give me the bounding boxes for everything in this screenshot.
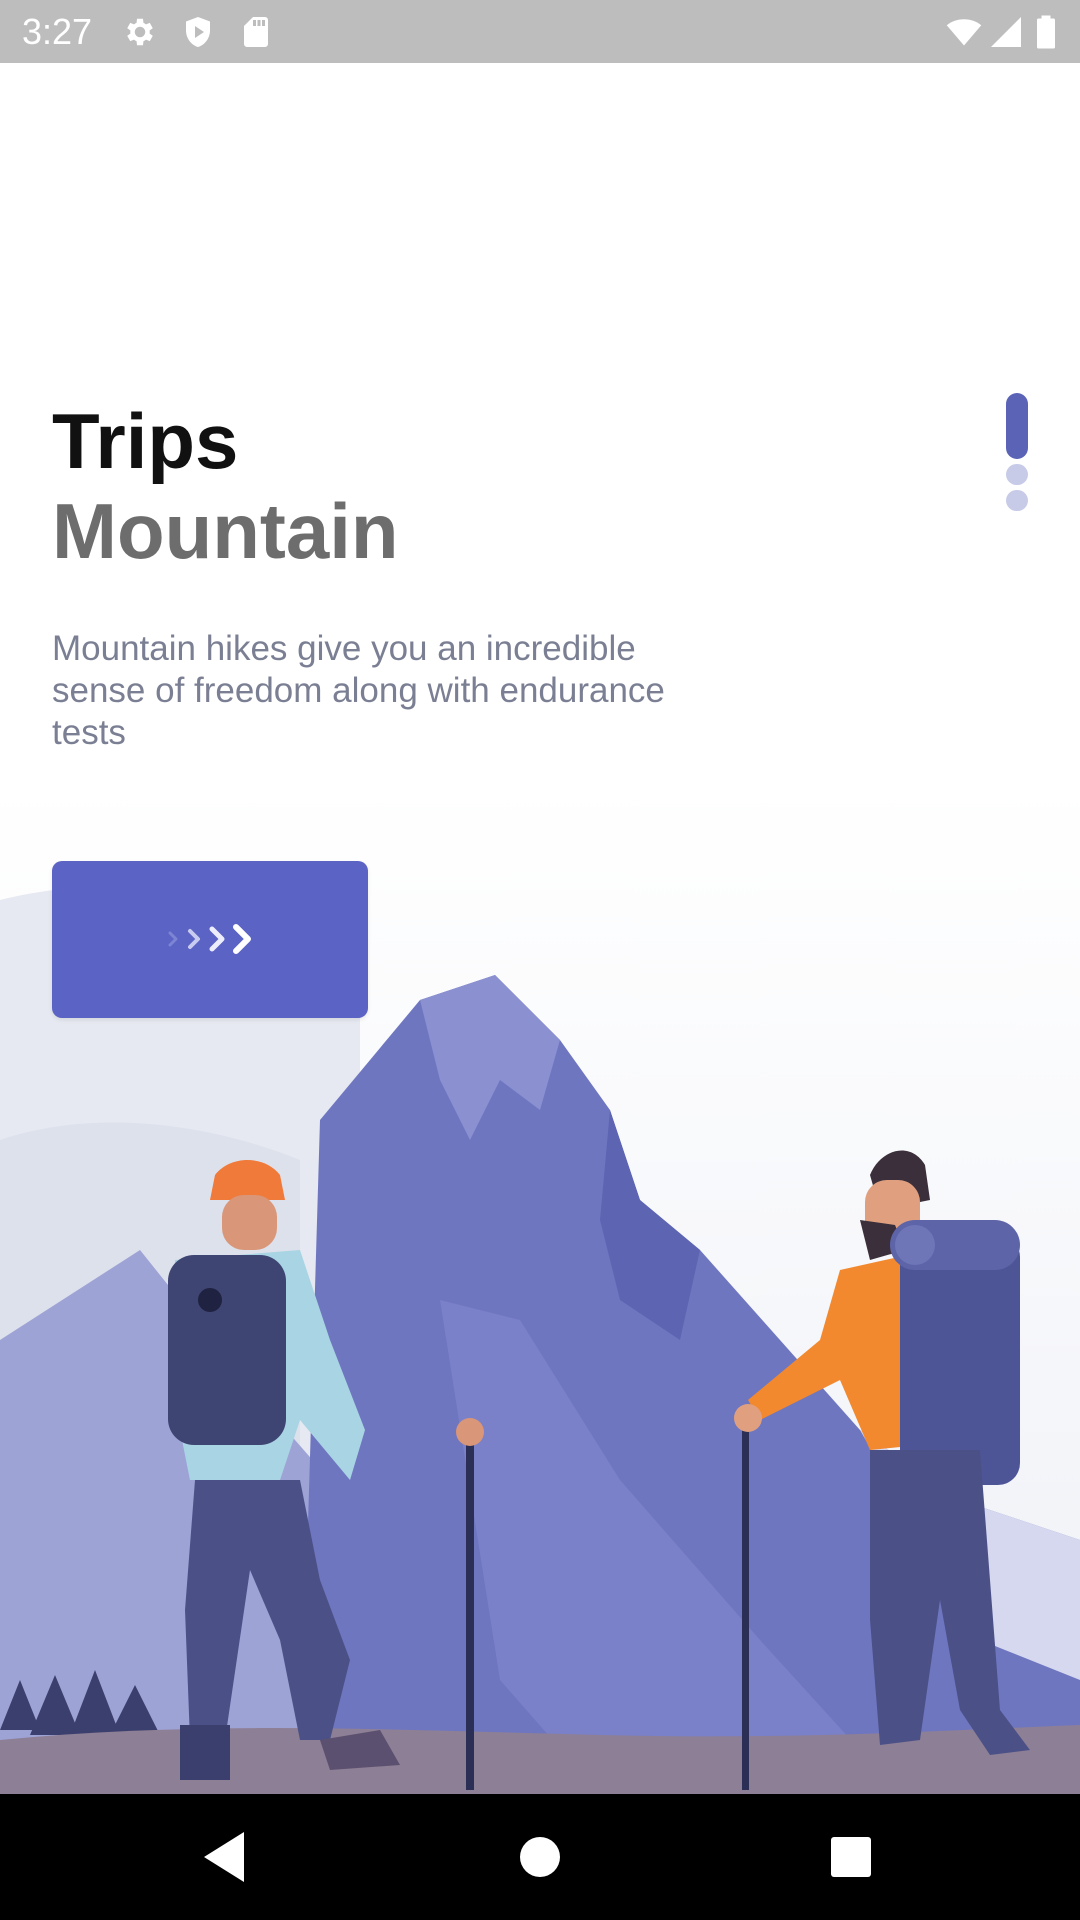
gear-icon xyxy=(122,14,158,50)
battery-icon xyxy=(1034,14,1058,50)
page-subtitle: Mountain xyxy=(52,487,399,575)
shield-icon xyxy=(180,14,216,50)
page-indicator-dot-active xyxy=(1006,393,1028,459)
status-time: 3:27 xyxy=(22,11,93,52)
page-title: Trips xyxy=(52,397,239,485)
recents-icon[interactable] xyxy=(818,1824,884,1890)
sd-card-icon xyxy=(238,14,274,50)
chevrons-right-icon xyxy=(166,921,258,957)
page-indicator xyxy=(1006,393,1028,516)
cell-signal-icon xyxy=(988,14,1024,50)
home-icon[interactable] xyxy=(507,1824,573,1890)
page-indicator-dot xyxy=(1006,464,1028,485)
description-text: Mountain hikes give you an incredible se… xyxy=(52,629,665,752)
wifi-icon xyxy=(944,14,984,50)
page-indicator-dot xyxy=(1006,490,1028,511)
next-button[interactable] xyxy=(52,861,368,1018)
back-icon[interactable] xyxy=(192,1824,258,1890)
status-bar: 3:27 xyxy=(0,0,1080,63)
navigation-bar xyxy=(0,1794,1080,1920)
